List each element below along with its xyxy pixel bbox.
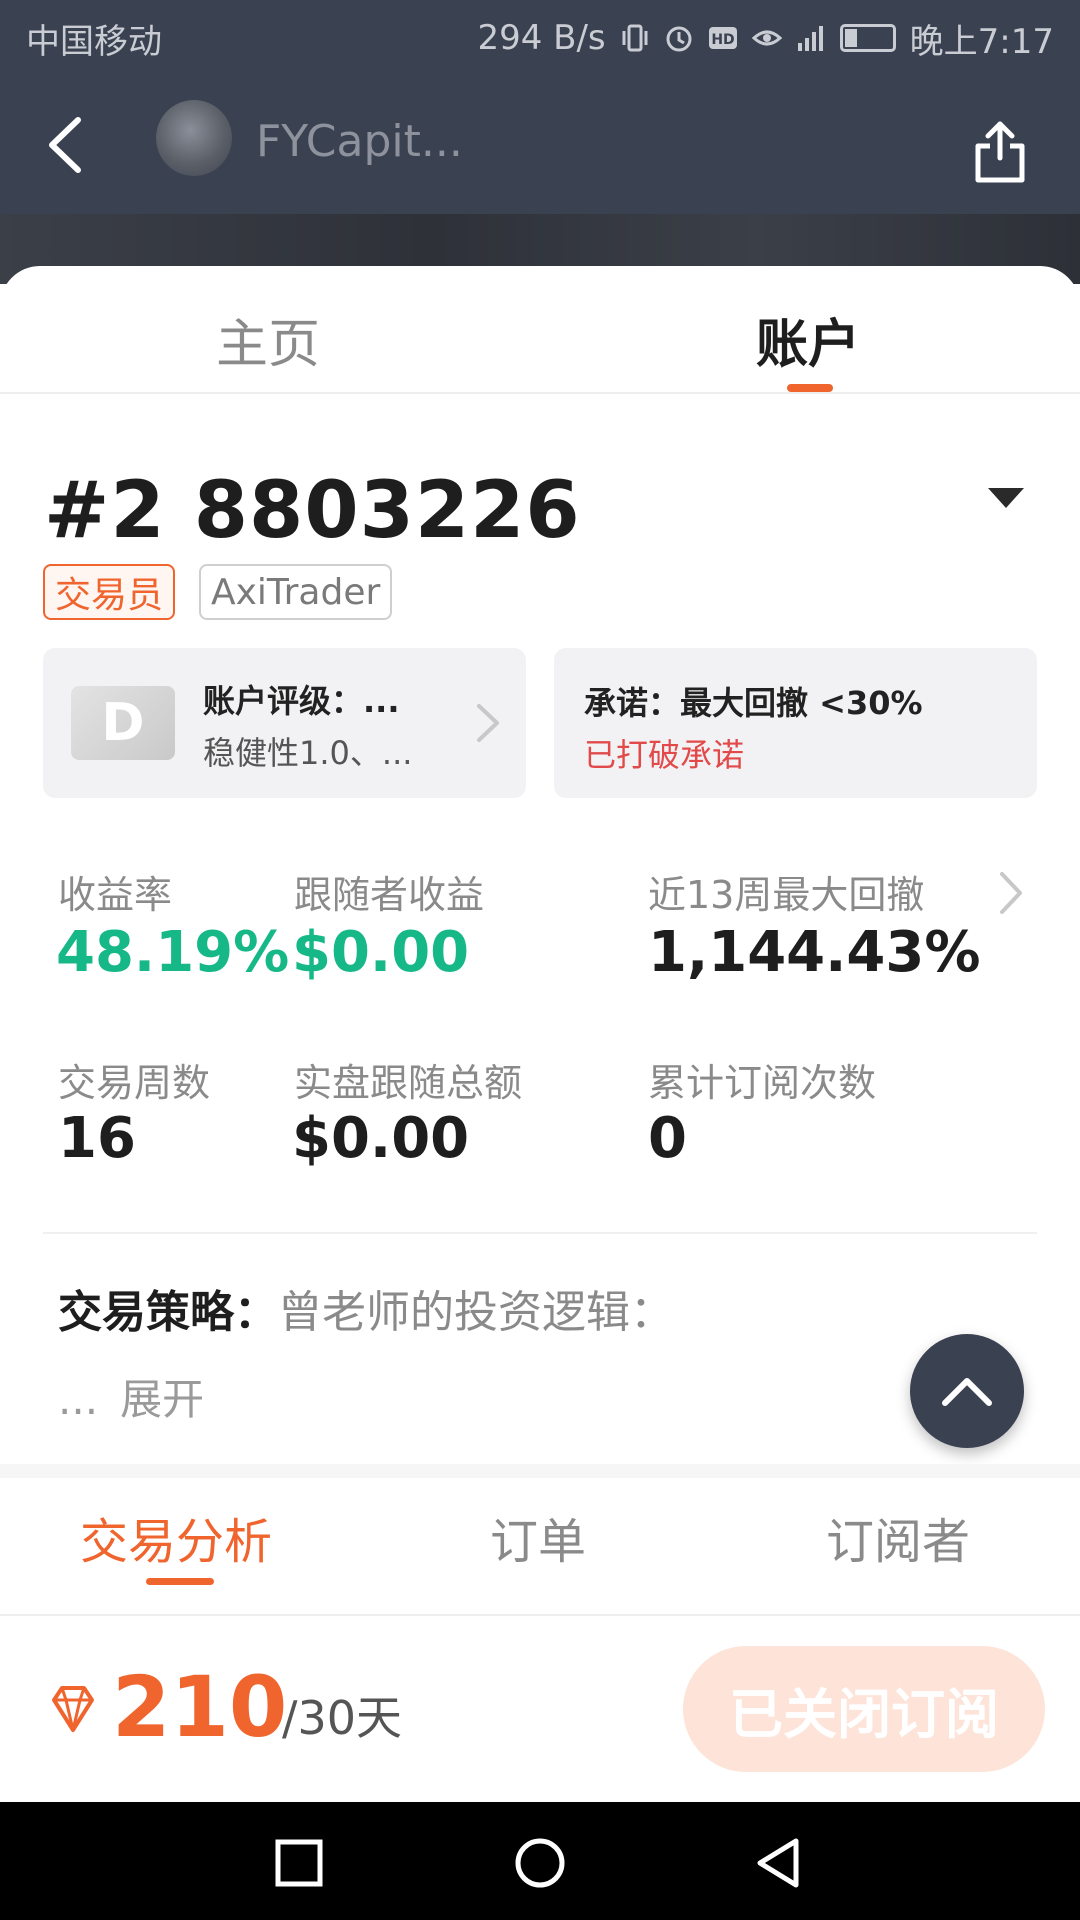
section-gap [0,1464,1080,1478]
eye-icon [751,30,782,46]
subscribe-count-value: 0 [648,1106,687,1171]
clock: 晚上7:17 [909,21,1054,62]
grade-badge: D [71,686,175,760]
promise-title: 承诺：最大回撤 <30% [584,684,923,722]
back-button[interactable] [36,110,96,180]
price-value: 210 [112,1658,288,1756]
recents-button[interactable] [272,1836,326,1890]
hd-icon: HD [708,27,737,49]
status-bar: 中国移动 294 B/s HD 晚上7:17 [0,0,1080,76]
top-tabs: 主页 账户 [0,266,1080,394]
vibrate-icon [622,24,648,52]
strategy-text: 曾老师的投资逻辑： [278,1287,674,1338]
chevron-right-icon [477,704,499,742]
account-number: #2 8803226 [44,466,581,556]
return-rate-label: 收益率 [58,873,173,917]
tab-indicator [787,384,833,392]
promise-status: 已打破承诺 [584,736,745,774]
rating-title: 账户评级：... [203,682,400,720]
header-title: FYCapit... [256,116,463,167]
ellipsis: ... [58,1375,99,1424]
account-dropdown-icon[interactable] [988,488,1024,508]
tab-account[interactable]: 账户 [756,302,860,377]
alarm-icon [666,26,692,52]
max-drawdown-value: 1,144.43% [648,920,981,985]
net-speed: 294 B/s [477,18,606,58]
return-rate-value: 48.19% [56,920,290,985]
chevron-up-icon [942,1378,992,1406]
share-button[interactable] [970,116,1030,186]
live-follow-total-label: 实盘跟随总额 [294,1061,523,1105]
tab-subscribers[interactable]: 订阅者 [826,1502,970,1572]
divider [43,1232,1037,1234]
strategy-line: 交易策略：曾老师的投资逻辑： [58,1276,674,1340]
rating-card[interactable]: D 账户评级：... 稳健性1.0、... [43,648,526,798]
broker-tag: AxiTrader [199,564,393,620]
status-icons: 294 B/s HD 晚上7:17 [477,14,1054,63]
app-header: FYCapit... [0,76,1080,214]
role-tag: 交易员 [43,564,176,620]
signal-icon [797,26,823,51]
rating-subtitle: 稳健性1.0、... [203,734,413,772]
sub-tabs: 交易分析 订单 订阅者 [0,1478,1080,1586]
strategy-expand-row: ... 展开 [58,1366,204,1427]
trading-weeks-label: 交易周数 [58,1061,211,1105]
subscription-closed-button[interactable]: 已关闭订阅 [683,1646,1045,1772]
home-button[interactable] [513,1836,567,1890]
live-follow-total-value: $0.00 [292,1106,470,1171]
system-nav-bar [0,1802,1080,1920]
svg-text:HD: HD [711,32,734,48]
strategy-label: 交易策略： [58,1287,278,1338]
drawdown-chevron-icon[interactable] [998,870,1024,916]
follower-profit-label: 跟随者收益 [294,873,485,917]
subscribe-count-label: 累计订阅次数 [648,1061,877,1105]
battery-icon [839,24,896,52]
expand-link[interactable]: 展开 [120,1375,204,1424]
follower-profit-value: $0.00 [292,920,470,985]
avatar[interactable] [156,100,232,176]
trading-weeks-value: 16 [58,1106,136,1171]
carrier-label: 中国移动 [26,21,162,62]
scroll-to-top-button[interactable] [910,1334,1024,1448]
max-drawdown-label: 近13周最大回撤 [648,873,925,917]
sub-tab-indicator [146,1578,214,1585]
subscription-bar: 210 /30天 已关闭订阅 [0,1614,1080,1802]
back-nav-button[interactable] [752,1836,806,1890]
promise-card: 承诺：最大回撤 <30% 已打破承诺 [554,648,1037,798]
price-period: /30天 [282,1691,403,1745]
tab-home[interactable]: 主页 [216,302,320,377]
tab-trade-analysis[interactable]: 交易分析 [80,1502,272,1572]
content-sheet: 主页 账户 #2 8803226 交易员 AxiTrader D 账户评级：..… [0,266,1080,1802]
tab-orders[interactable]: 订单 [490,1502,586,1572]
diamond-icon [52,1686,94,1732]
